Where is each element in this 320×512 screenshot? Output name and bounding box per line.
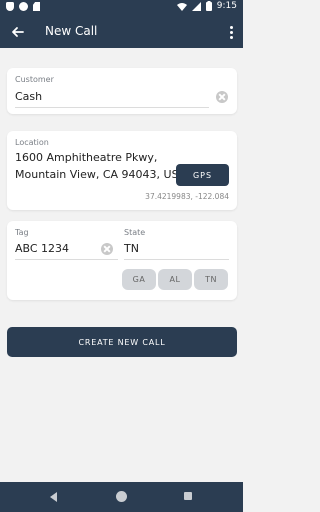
- tag-field[interactable]: ABC 1234: [15, 242, 69, 255]
- clear-tag-icon[interactable]: [101, 243, 113, 255]
- nav-recents-icon[interactable]: [184, 492, 192, 500]
- overflow-menu-icon[interactable]: [225, 22, 237, 42]
- customer-underline: [15, 107, 209, 108]
- signal-icon: [191, 1, 201, 11]
- customer-field[interactable]: Cash: [15, 90, 42, 103]
- location-label: Location: [15, 138, 49, 147]
- customer-card: Customer Cash: [7, 68, 237, 114]
- notification-dot-icon: [19, 2, 28, 11]
- page-title: New Call: [45, 24, 98, 38]
- system-nav-bar: [0, 482, 243, 512]
- location-card: Location 1600 Amphitheatre Pkwy, Mountai…: [7, 131, 237, 210]
- coordinates: 37.4219983, -122.084: [145, 192, 229, 201]
- nav-home-icon[interactable]: [116, 491, 127, 502]
- address-line-2: Mountain View, CA 94043, USA: [15, 168, 187, 181]
- shield-icon: [6, 2, 14, 11]
- sd-card-icon: [33, 2, 40, 11]
- status-bar: 9:15: [0, 0, 243, 16]
- tag-underline: [15, 259, 118, 260]
- clock: 9:15: [216, 1, 237, 11]
- wifi-icon: [176, 2, 187, 11]
- battery-icon: [205, 1, 212, 11]
- state-chip-tn[interactable]: TN: [194, 269, 228, 290]
- state-chip-al[interactable]: AL: [158, 269, 192, 290]
- gps-button[interactable]: GPS: [176, 164, 229, 186]
- clear-customer-icon[interactable]: [216, 91, 228, 103]
- nav-back-icon[interactable]: [50, 492, 57, 502]
- create-new-call-button[interactable]: CREATE NEW CALL: [7, 327, 237, 357]
- state-underline: [124, 259, 229, 260]
- state-label: State: [124, 228, 146, 237]
- app-bar: New Call: [0, 16, 243, 48]
- state-field[interactable]: TN: [124, 242, 139, 255]
- state-chip-ga[interactable]: GA: [122, 269, 156, 290]
- customer-label: Customer: [15, 75, 54, 84]
- back-arrow-icon[interactable]: [8, 22, 28, 42]
- address-line-1: 1600 Amphitheatre Pkwy,: [15, 151, 158, 164]
- tag-label: Tag: [15, 228, 29, 237]
